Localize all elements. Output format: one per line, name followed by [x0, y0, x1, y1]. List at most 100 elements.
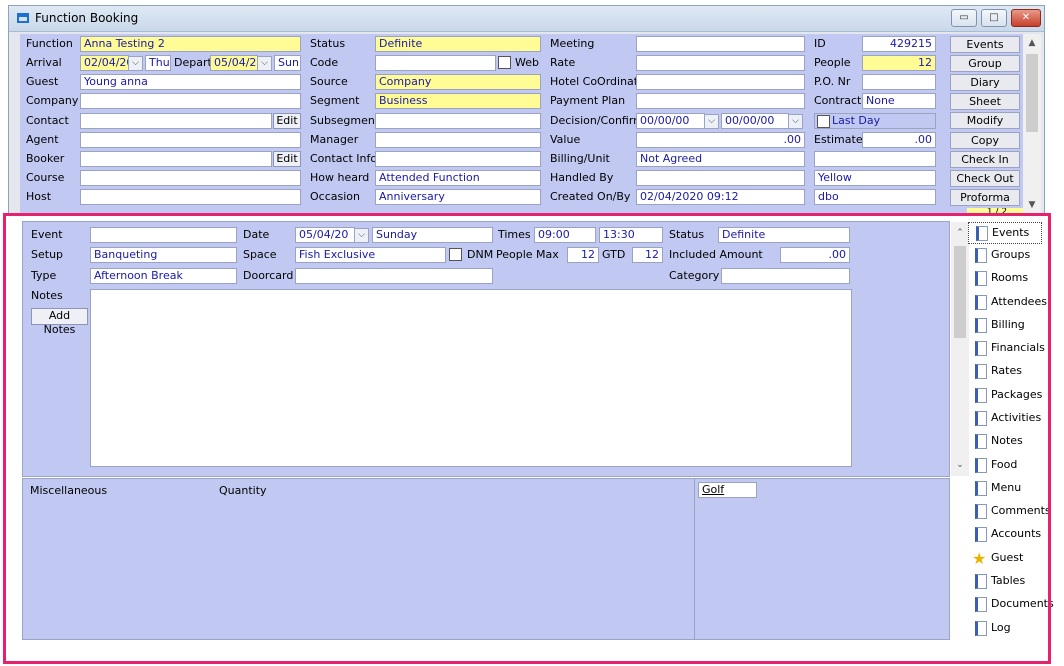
manager-label: Manager	[310, 133, 359, 146]
contact-info-field[interactable]	[375, 151, 541, 167]
segment-field[interactable]: Business	[375, 93, 541, 109]
scroll-thumb[interactable]	[1026, 54, 1038, 132]
meeting-label: Meeting	[550, 37, 595, 50]
agent-field[interactable]	[80, 132, 301, 148]
group-button[interactable]: Group	[950, 55, 1020, 72]
diary-button[interactable]: Diary	[950, 74, 1020, 91]
meeting-field[interactable]	[636, 36, 805, 52]
host-label: Host	[26, 190, 52, 203]
manager-field[interactable]	[375, 132, 541, 148]
web-label: Web	[515, 56, 539, 69]
host-field[interactable]	[80, 189, 301, 205]
status-label: Status	[310, 37, 346, 50]
estimate-field[interactable]: .00	[862, 132, 936, 148]
last-day-frame	[814, 113, 936, 129]
top-scrollbar[interactable]: ▲ ▼	[1023, 34, 1041, 214]
people-field[interactable]: 12	[862, 55, 936, 71]
created-on-by-field: 02/04/2020 09:12	[636, 189, 805, 205]
close-button[interactable]: ✕	[1011, 9, 1041, 27]
source-label: Source	[310, 75, 348, 88]
occasion-label: Occasion	[310, 190, 360, 203]
user-field: dbo	[814, 189, 936, 205]
decision-confirm-label: Decision/Confirm	[550, 114, 644, 127]
handled-by-field[interactable]	[636, 170, 805, 186]
sheet-button[interactable]: Sheet	[950, 93, 1020, 110]
modify-button[interactable]: Modify	[950, 112, 1020, 129]
id-label: ID	[814, 37, 826, 50]
extra-field[interactable]	[814, 151, 936, 167]
how-heard-field[interactable]: Attended Function	[375, 170, 541, 186]
decision-dropdown-icon[interactable]: ⌵	[704, 114, 719, 129]
highlight-frame	[3, 213, 1051, 664]
minimize-button[interactable]: ▭	[951, 9, 977, 27]
scroll-down-icon[interactable]: ▼	[1025, 200, 1039, 210]
hotel-coordinator-label: Hotel CoOrdinator	[550, 75, 650, 88]
how-heard-label: How heard	[310, 171, 370, 184]
value-field[interactable]: .00	[636, 132, 805, 148]
proforma-button[interactable]: Proforma	[950, 189, 1020, 206]
web-checkbox[interactable]	[498, 56, 511, 69]
value-label: Value	[550, 133, 581, 146]
billing-unit-field[interactable]: Not Agreed	[636, 151, 805, 167]
arrival-date-field[interactable]: 02/04/20	[80, 55, 129, 71]
created-on-by-label: Created On/By	[550, 190, 631, 203]
occasion-field[interactable]: Anniversary	[375, 189, 541, 205]
rate-field[interactable]	[636, 55, 805, 71]
course-field[interactable]	[80, 170, 301, 186]
estimate-label: Estimate	[814, 133, 863, 146]
booker-field[interactable]	[80, 151, 272, 167]
people-label: People	[814, 56, 851, 69]
hotel-coordinator-field[interactable]	[636, 74, 805, 90]
po-nr-label: P.O. Nr	[814, 75, 851, 88]
payment-plan-field[interactable]	[636, 93, 805, 109]
function-booking-window: Function Booking ▭ □ ✕ Function Arrival …	[8, 5, 1045, 216]
confirm-dropdown-icon[interactable]: ⌵	[788, 114, 803, 129]
check-out-button[interactable]: Check Out	[950, 170, 1020, 187]
billing-unit-label: Billing/Unit	[550, 152, 610, 165]
booker-edit-button[interactable]: Edit	[273, 151, 301, 167]
payment-plan-label: Payment Plan	[550, 94, 626, 107]
window-title: Function Booking	[35, 11, 139, 25]
company-field[interactable]	[80, 93, 301, 109]
contract-field[interactable]: None	[862, 93, 936, 109]
contact-info-label: Contact Info	[310, 152, 378, 165]
depart-dropdown-icon[interactable]: ⌵	[257, 56, 272, 71]
contact-field[interactable]	[80, 113, 272, 129]
segment-label: Segment	[310, 94, 360, 107]
status-field[interactable]: Definite	[375, 36, 541, 52]
contact-edit-button[interactable]: Edit	[273, 113, 301, 129]
contract-label: Contract	[814, 94, 862, 107]
guest-field[interactable]: Young anna	[80, 74, 301, 90]
events-button[interactable]: Events	[950, 36, 1020, 53]
function-field[interactable]: Anna Testing 2	[80, 36, 301, 52]
arrival-label: Arrival	[26, 56, 62, 69]
arrival-day-field: Thu	[145, 55, 171, 71]
subsegment-field[interactable]	[375, 113, 541, 129]
handled-by-label: Handled By	[550, 171, 614, 184]
guest-label: Guest	[26, 75, 59, 88]
subsegment-label: Subsegment	[310, 114, 380, 127]
confirm-date-field[interactable]: 00/00/00	[721, 113, 789, 129]
scroll-up-icon[interactable]: ▲	[1025, 38, 1039, 48]
booker-label: Booker	[26, 152, 65, 165]
depart-day-field: Sun	[274, 55, 301, 71]
function-label: Function	[26, 37, 73, 50]
check-in-button[interactable]: Check In	[950, 151, 1020, 168]
id-field: 429215	[862, 36, 936, 52]
booking-header-panel: Function Arrival Guest Company Contact A…	[20, 34, 1024, 216]
company-label: Company	[26, 94, 79, 107]
color-field[interactable]: Yellow	[814, 170, 936, 186]
decision-date-field[interactable]: 00/00/00	[636, 113, 705, 129]
rate-label: Rate	[550, 56, 576, 69]
code-field[interactable]	[375, 55, 496, 71]
agent-label: Agent	[26, 133, 59, 146]
course-label: Course	[26, 171, 65, 184]
depart-label: Depart	[174, 56, 212, 69]
title-bar: Function Booking ▭ □ ✕	[9, 6, 1044, 32]
po-nr-field[interactable]	[862, 74, 936, 90]
copy-button[interactable]: Copy	[950, 132, 1020, 149]
maximize-button[interactable]: □	[981, 9, 1007, 27]
arrival-dropdown-icon[interactable]: ⌵	[128, 56, 143, 71]
source-field[interactable]: Company	[375, 74, 541, 90]
depart-date-field[interactable]: 05/04/20	[210, 55, 258, 71]
